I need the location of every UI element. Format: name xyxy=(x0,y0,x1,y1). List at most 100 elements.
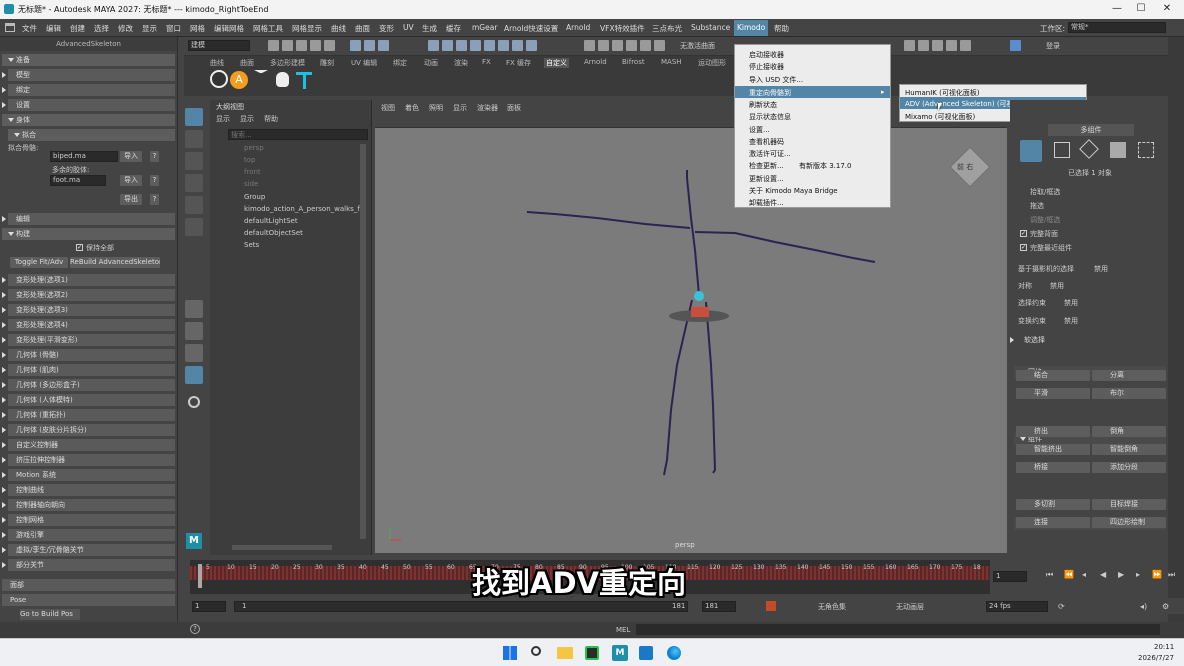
scale-tool-icon[interactable] xyxy=(185,218,203,236)
menu-mgear[interactable]: mGear xyxy=(472,23,497,32)
snap-surface-icon[interactable] xyxy=(484,40,495,51)
target-weld-button[interactable]: 目标焊接 xyxy=(1092,499,1166,510)
build-item[interactable]: Motion 系统 xyxy=(2,469,175,481)
build-item[interactable]: 变形处理(选项4) xyxy=(2,319,175,331)
help-button[interactable]: ? xyxy=(150,151,159,162)
snap-icon[interactable] xyxy=(526,40,537,51)
playhead[interactable] xyxy=(198,564,202,588)
range-slider[interactable] xyxy=(234,601,688,612)
quad-draw-button[interactable]: 四边形绘制 xyxy=(1092,517,1166,528)
menu-modify[interactable]: 修改 xyxy=(118,23,133,34)
user-icon[interactable] xyxy=(1010,40,1021,51)
shelf-tab[interactable]: 雕刻 xyxy=(320,58,334,68)
smooth-button[interactable]: 平滑 xyxy=(1016,388,1090,399)
snap-point-icon[interactable] xyxy=(456,40,467,51)
move-tool-icon[interactable] xyxy=(185,174,203,192)
shelf-tab-active[interactable]: 自定义 xyxy=(544,58,569,68)
menu-status-info[interactable]: 显示状态信息 xyxy=(749,112,791,122)
shelf-tab[interactable]: 多边形建模 xyxy=(270,58,305,68)
menu-mesh[interactable]: 网格 xyxy=(190,23,205,34)
menu-mesh-display[interactable]: 网格显示 xyxy=(292,23,322,34)
option-pick[interactable]: 拾取/框选 xyxy=(1030,187,1060,197)
menu-about[interactable]: 关于 Kimodo Maya Bridge xyxy=(749,186,838,196)
outliner-item-default-object-set[interactable]: defaultObjectSet xyxy=(244,229,303,237)
build-item[interactable]: 挤压拉伸控制器 xyxy=(2,454,175,466)
menu-mesh-tools[interactable]: 网格工具 xyxy=(253,23,283,34)
menu-import-usd[interactable]: 导入 USD 文件... xyxy=(749,75,803,85)
uv-mode-icon[interactable] xyxy=(1138,142,1154,158)
rebuild-button[interactable]: ReBuild AdvancedSkeleton xyxy=(70,257,160,268)
shelf-tab[interactable]: 绑定 xyxy=(393,58,407,68)
menu-machine-code[interactable]: 查看机器码 xyxy=(749,137,784,147)
section-prepare[interactable]: 准备 xyxy=(2,54,175,66)
history-icon[interactable] xyxy=(598,40,609,51)
mel-input[interactable] xyxy=(636,624,1160,635)
open-scene-icon[interactable] xyxy=(282,40,293,51)
skeleton-shelf-icon[interactable] xyxy=(254,70,268,90)
section-face[interactable]: 面部 xyxy=(2,579,175,591)
export-button[interactable]: 导出 xyxy=(120,194,142,205)
workspace-dropdown[interactable]: 常规* xyxy=(1068,22,1166,33)
object-mode-icon[interactable] xyxy=(1020,140,1042,162)
select-constraint-value[interactable]: 禁用 xyxy=(1064,298,1078,308)
fit-skeleton-dropdown[interactable]: biped.ma xyxy=(50,151,118,162)
import-button[interactable]: 导入 xyxy=(120,151,142,162)
menu-window[interactable]: 窗口 xyxy=(166,23,181,34)
go-to-start-icon[interactable]: ⏮ xyxy=(1046,570,1053,580)
section-pose[interactable]: Pose xyxy=(2,594,175,606)
build-item[interactable]: 部分关节 xyxy=(2,559,175,571)
shelf-tab[interactable]: FX xyxy=(482,58,491,66)
terminal-icon[interactable] xyxy=(585,646,599,660)
outliner-item-side[interactable]: side xyxy=(244,180,258,188)
build-item[interactable]: 变形处理(选项2) xyxy=(2,289,175,301)
outliner-item-kimodo-action[interactable]: kimodo_action_A_person_walks_f xyxy=(244,205,364,213)
windows-start-icon[interactable] xyxy=(503,646,517,660)
option-tweak[interactable]: 调整/框选 xyxy=(1030,215,1060,225)
layout-four-icon[interactable] xyxy=(185,322,203,340)
build-item[interactable]: 几何体 (骨骼) xyxy=(2,349,175,361)
mel-label[interactable]: MEL xyxy=(616,626,630,634)
step-forward-icon[interactable]: ▸ xyxy=(1136,570,1140,579)
menu-help[interactable]: 帮助 xyxy=(774,23,789,34)
menu-check-updates[interactable]: 检查更新... xyxy=(749,161,784,171)
build-item[interactable]: 几何体 (人体模特) xyxy=(2,394,175,406)
smart-bevel-button[interactable]: 智能倒角 xyxy=(1092,444,1166,455)
select-hierarchy-icon[interactable] xyxy=(350,40,361,51)
shelf-tab[interactable]: Bifrost xyxy=(622,58,645,66)
fps-dropdown[interactable]: 24 fps xyxy=(986,601,1048,612)
render-icon[interactable] xyxy=(904,40,915,51)
menu-arnold-quick[interactable]: Arnold快速设置 xyxy=(504,23,558,34)
build-item[interactable]: 控制器轴向朝向 xyxy=(2,499,175,511)
combine-button[interactable]: 结合 xyxy=(1016,370,1090,381)
select-tool-icon[interactable] xyxy=(185,108,203,126)
foot-dropdown[interactable]: foot.ma xyxy=(50,175,106,186)
auto-key-icon[interactable] xyxy=(766,601,776,611)
file-explorer-icon[interactable] xyxy=(557,647,573,659)
select-object-icon[interactable] xyxy=(364,40,375,51)
select-component-icon[interactable] xyxy=(378,40,389,51)
add-divisions-button[interactable]: 添加分段 xyxy=(1092,462,1166,473)
section-fit[interactable]: 绑定 xyxy=(2,84,175,96)
build-item[interactable]: 几何体 (肌肉) xyxy=(2,364,175,376)
section-fit-sub[interactable]: 拟合 xyxy=(8,129,175,141)
outliner-menu-display[interactable]: 显示 xyxy=(216,114,230,124)
rotate-tool-icon[interactable] xyxy=(185,196,203,214)
menu-edit[interactable]: 编辑 xyxy=(46,23,61,34)
anim-layer-label[interactable]: 无动画层 xyxy=(896,602,924,612)
build-item[interactable]: 游戏引擎 xyxy=(2,529,175,541)
sound-icon[interactable]: ◂) xyxy=(1140,602,1147,611)
viewport-persp[interactable]: 视图 着色 照明 显示 渲染器 面板 前 右 persp xyxy=(375,100,1007,553)
menu-kimodo[interactable]: Kimodo xyxy=(734,20,769,36)
import-button-2[interactable]: 导入 xyxy=(120,175,142,186)
render-icon[interactable] xyxy=(932,40,943,51)
shelf-tab[interactable]: 运动图形 xyxy=(698,58,726,68)
skull-shelf-icon[interactable] xyxy=(276,72,289,87)
section-settings[interactable]: 设置 xyxy=(2,99,175,111)
outliner-item-default-light-set[interactable]: defaultLightSet xyxy=(244,217,298,225)
paint-select-icon[interactable] xyxy=(185,152,203,170)
transform-constraint-value[interactable]: 禁用 xyxy=(1064,316,1078,326)
range-start-field[interactable]: 1 xyxy=(192,601,226,612)
smart-extrude-button[interactable]: 智能挤出 xyxy=(1016,444,1090,455)
step-back-icon[interactable]: ◂ xyxy=(1082,570,1086,579)
play-back-icon[interactable]: ◀ xyxy=(1100,570,1106,579)
